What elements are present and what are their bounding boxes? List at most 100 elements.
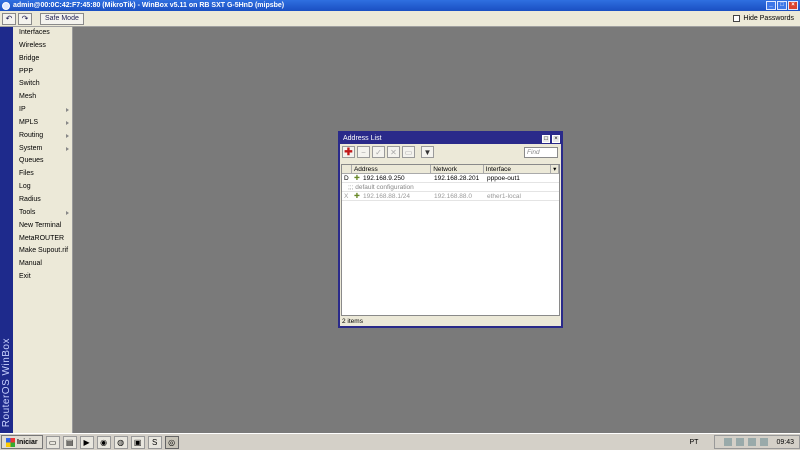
menu-item-label: MPLS bbox=[19, 118, 39, 126]
menu-item-tools[interactable]: Tools bbox=[13, 207, 72, 220]
column-header-address[interactable]: Address bbox=[352, 165, 432, 173]
app-window-icon[interactable]: ▣ bbox=[130, 435, 145, 449]
menu-item-queues[interactable]: Queues bbox=[13, 155, 72, 168]
minimize-button[interactable]: _ bbox=[766, 1, 776, 10]
side-banner-text: RouterOS WinBox bbox=[1, 337, 12, 427]
menu-item-label: MetaROUTER bbox=[19, 234, 65, 242]
column-header-network[interactable]: Network bbox=[431, 165, 484, 173]
menu-item-radius[interactable]: Radius bbox=[13, 194, 72, 207]
window-close-button[interactable]: × bbox=[552, 134, 560, 143]
column-chooser-button[interactable]: ▾ bbox=[551, 165, 560, 173]
media-player-icon[interactable]: ▶ bbox=[79, 435, 94, 449]
table-row[interactable]: X ✚ 192.168.88.1/24 192.168.88.0 ether1-loca… bbox=[342, 192, 559, 201]
taskbar: Iniciar ▭ ▤ ▶ ◉ ◍ ▣ S ◎ PT 09:43 bbox=[0, 433, 800, 450]
menu-item-label: Manual bbox=[19, 260, 42, 268]
start-label: Iniciar bbox=[17, 438, 38, 446]
window-title-bar[interactable]: admin@00:0C:42:F7:45:80 (MikroTik) - Win… bbox=[0, 0, 800, 11]
tray-app-icon[interactable] bbox=[760, 438, 769, 446]
address-icon: ✚ bbox=[354, 193, 360, 200]
chrome-icon[interactable]: ◉ bbox=[96, 435, 111, 449]
row-address-text: 192.168.88.1/24 bbox=[363, 193, 410, 200]
item-count: 2 items bbox=[342, 318, 363, 325]
menu-item-label: Interfaces bbox=[19, 29, 50, 36]
menu-item-system[interactable]: System bbox=[13, 143, 72, 156]
window-restore-button[interactable]: □ bbox=[542, 134, 550, 143]
address-list-title: Address List bbox=[343, 135, 382, 142]
folder-icon[interactable]: ▤ bbox=[62, 435, 77, 449]
plus-icon: ✚ bbox=[344, 146, 353, 158]
language-indicator[interactable]: PT bbox=[690, 439, 699, 446]
hide-passwords-checkbox[interactable] bbox=[733, 15, 741, 22]
redo-button[interactable]: ↷ bbox=[18, 12, 32, 25]
menu-item-wireless[interactable]: Wireless bbox=[13, 40, 72, 53]
cross-icon: ✕ bbox=[390, 147, 397, 157]
system-tray: 09:43 bbox=[714, 435, 800, 449]
start-button[interactable]: Iniciar bbox=[1, 435, 43, 449]
undo-icon: ↶ bbox=[5, 14, 13, 23]
menu-item-label: Wireless bbox=[19, 41, 46, 49]
menu-item-label: Make Supout.rif bbox=[19, 247, 69, 255]
volume-icon[interactable] bbox=[748, 438, 757, 446]
row-comment: ;;; default configuration bbox=[342, 183, 559, 192]
redo-icon: ↷ bbox=[21, 14, 29, 23]
menu-item-switch[interactable]: Switch bbox=[13, 78, 72, 91]
maximize-button[interactable]: □ bbox=[777, 1, 787, 10]
menu-item-label: IP bbox=[19, 106, 26, 114]
submenu-arrow-icon bbox=[66, 120, 69, 125]
menu-item-mesh[interactable]: Mesh bbox=[13, 91, 72, 104]
menu-item-label: Radius bbox=[19, 195, 41, 203]
submenu-arrow-icon bbox=[66, 133, 69, 138]
winbox-taskbar-icon[interactable]: ◎ bbox=[164, 435, 179, 449]
firefox-icon[interactable]: ◍ bbox=[113, 435, 128, 449]
menu-item-label: Switch bbox=[19, 80, 40, 88]
menu-item-bridge[interactable]: Bridge bbox=[13, 53, 72, 66]
filter-icon: ▼ bbox=[423, 147, 432, 157]
row-network-text: 192.168.88.0 bbox=[434, 193, 472, 200]
security-icon[interactable] bbox=[736, 438, 745, 446]
submenu-arrow-icon bbox=[66, 210, 69, 215]
menu-item-manual[interactable]: Manual bbox=[13, 258, 72, 271]
menu-item-make-supout-rif[interactable]: Make Supout.rif bbox=[13, 245, 72, 258]
menu-item-exit[interactable]: Exit bbox=[13, 271, 72, 284]
remove-button[interactable]: − bbox=[357, 146, 370, 158]
skype-icon[interactable]: S bbox=[147, 435, 162, 449]
row-flag-text: X bbox=[344, 193, 349, 200]
windows-logo-icon bbox=[6, 437, 15, 447]
row-network: 192.168.88.0 bbox=[432, 192, 485, 200]
filter-button[interactable]: ▼ bbox=[421, 146, 434, 158]
safe-mode-button[interactable]: Safe Mode bbox=[40, 12, 84, 25]
disable-button[interactable]: ✕ bbox=[387, 146, 400, 158]
check-icon: ✓ bbox=[375, 147, 382, 157]
menu-item-interfaces[interactable]: Interfaces bbox=[13, 27, 72, 40]
close-button[interactable]: × bbox=[788, 1, 798, 10]
table-row[interactable]: D ✚ 192.168.9.250 192.168.28.201 pppoe-out1 bbox=[342, 174, 559, 183]
menu-item-ip[interactable]: IP bbox=[13, 104, 72, 117]
table-body: D ✚ 192.168.9.250 192.168.28.201 pppoe-out1;… bbox=[342, 174, 559, 201]
menu-item-ppp[interactable]: PPP bbox=[13, 66, 72, 79]
add-button[interactable]: ✚ bbox=[342, 146, 355, 158]
menu-item-mpls[interactable]: MPLS bbox=[13, 117, 72, 130]
undo-button[interactable]: ↶ bbox=[2, 12, 16, 25]
menu-item-new-terminal[interactable]: New Terminal bbox=[13, 220, 72, 233]
column-header-interface[interactable]: Interface bbox=[484, 165, 552, 173]
menu-item-log[interactable]: Log bbox=[13, 181, 72, 194]
menu-item-routing[interactable]: Routing bbox=[13, 130, 72, 143]
address-list-title-bar[interactable]: Address List □ × bbox=[340, 133, 561, 144]
comment-button[interactable]: ▭ bbox=[402, 146, 415, 158]
enable-button[interactable]: ✓ bbox=[372, 146, 385, 158]
address-list-window[interactable]: Address List □ × ✚ − ✓ ✕ ▭ ▼ Find Addres… bbox=[338, 131, 563, 328]
show-desktop-icon[interactable]: ▭ bbox=[45, 435, 60, 449]
menu-item-files[interactable]: Files bbox=[13, 168, 72, 181]
network-icon[interactable] bbox=[724, 438, 733, 446]
row-interface: ether1-local bbox=[485, 192, 553, 200]
address-list-toolbar: ✚ − ✓ ✕ ▭ ▼ Find bbox=[340, 144, 561, 160]
find-input[interactable]: Find bbox=[524, 146, 558, 158]
flag-column-header[interactable] bbox=[342, 165, 352, 173]
minus-icon: − bbox=[361, 147, 366, 157]
menu-item-metarouter[interactable]: MetaROUTER bbox=[13, 233, 72, 246]
row-network: 192.168.28.201 bbox=[432, 174, 485, 182]
menu-item-label: Files bbox=[19, 170, 34, 178]
row-flag-text: D bbox=[344, 175, 349, 182]
row-network-text: 192.168.28.201 bbox=[434, 175, 480, 182]
hide-passwords-toggle[interactable]: Hide Passwords bbox=[733, 15, 794, 22]
